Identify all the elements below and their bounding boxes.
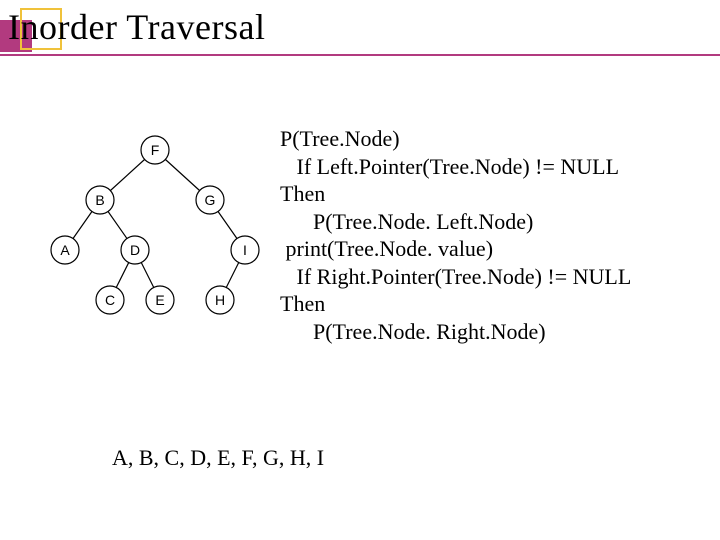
title-area: Inorder Traversal [0, 0, 720, 70]
node-d-label: D [130, 242, 140, 258]
title-underline [0, 54, 720, 56]
code-line-5: print(Tree.Node. value) [280, 236, 493, 261]
node-b-label: B [95, 192, 104, 208]
code-line-1: P(Tree.Node) [280, 126, 400, 151]
binary-tree-diagram: F B G A D I C E H [40, 125, 270, 325]
code-line-8: P(Tree.Node. Right.Node) [280, 319, 546, 344]
node-c-label: C [105, 292, 115, 308]
traversal-result: A, B, C, D, E, F, G, H, I [112, 445, 324, 471]
node-h-label: H [215, 292, 225, 308]
code-line-7: Then [280, 291, 325, 316]
node-e-label: E [155, 292, 164, 308]
page-title: Inorder Traversal [8, 6, 265, 48]
node-f-label: F [151, 142, 160, 158]
node-a-label: A [60, 242, 70, 258]
node-i-label: I [243, 242, 247, 258]
code-line-3: Then [280, 181, 325, 206]
code-line-6: If Right.Pointer(Tree.Node) != NULL [280, 264, 631, 289]
content-row: F B G A D I C E H P(Tree.Node) If Left.P… [0, 125, 720, 345]
code-line-4: P(Tree.Node. Left.Node) [280, 209, 533, 234]
code-line-2: If Left.Pointer(Tree.Node) != NULL [280, 154, 619, 179]
pseudocode-block: P(Tree.Node) If Left.Pointer(Tree.Node) … [280, 125, 631, 345]
node-g-label: G [205, 192, 216, 208]
